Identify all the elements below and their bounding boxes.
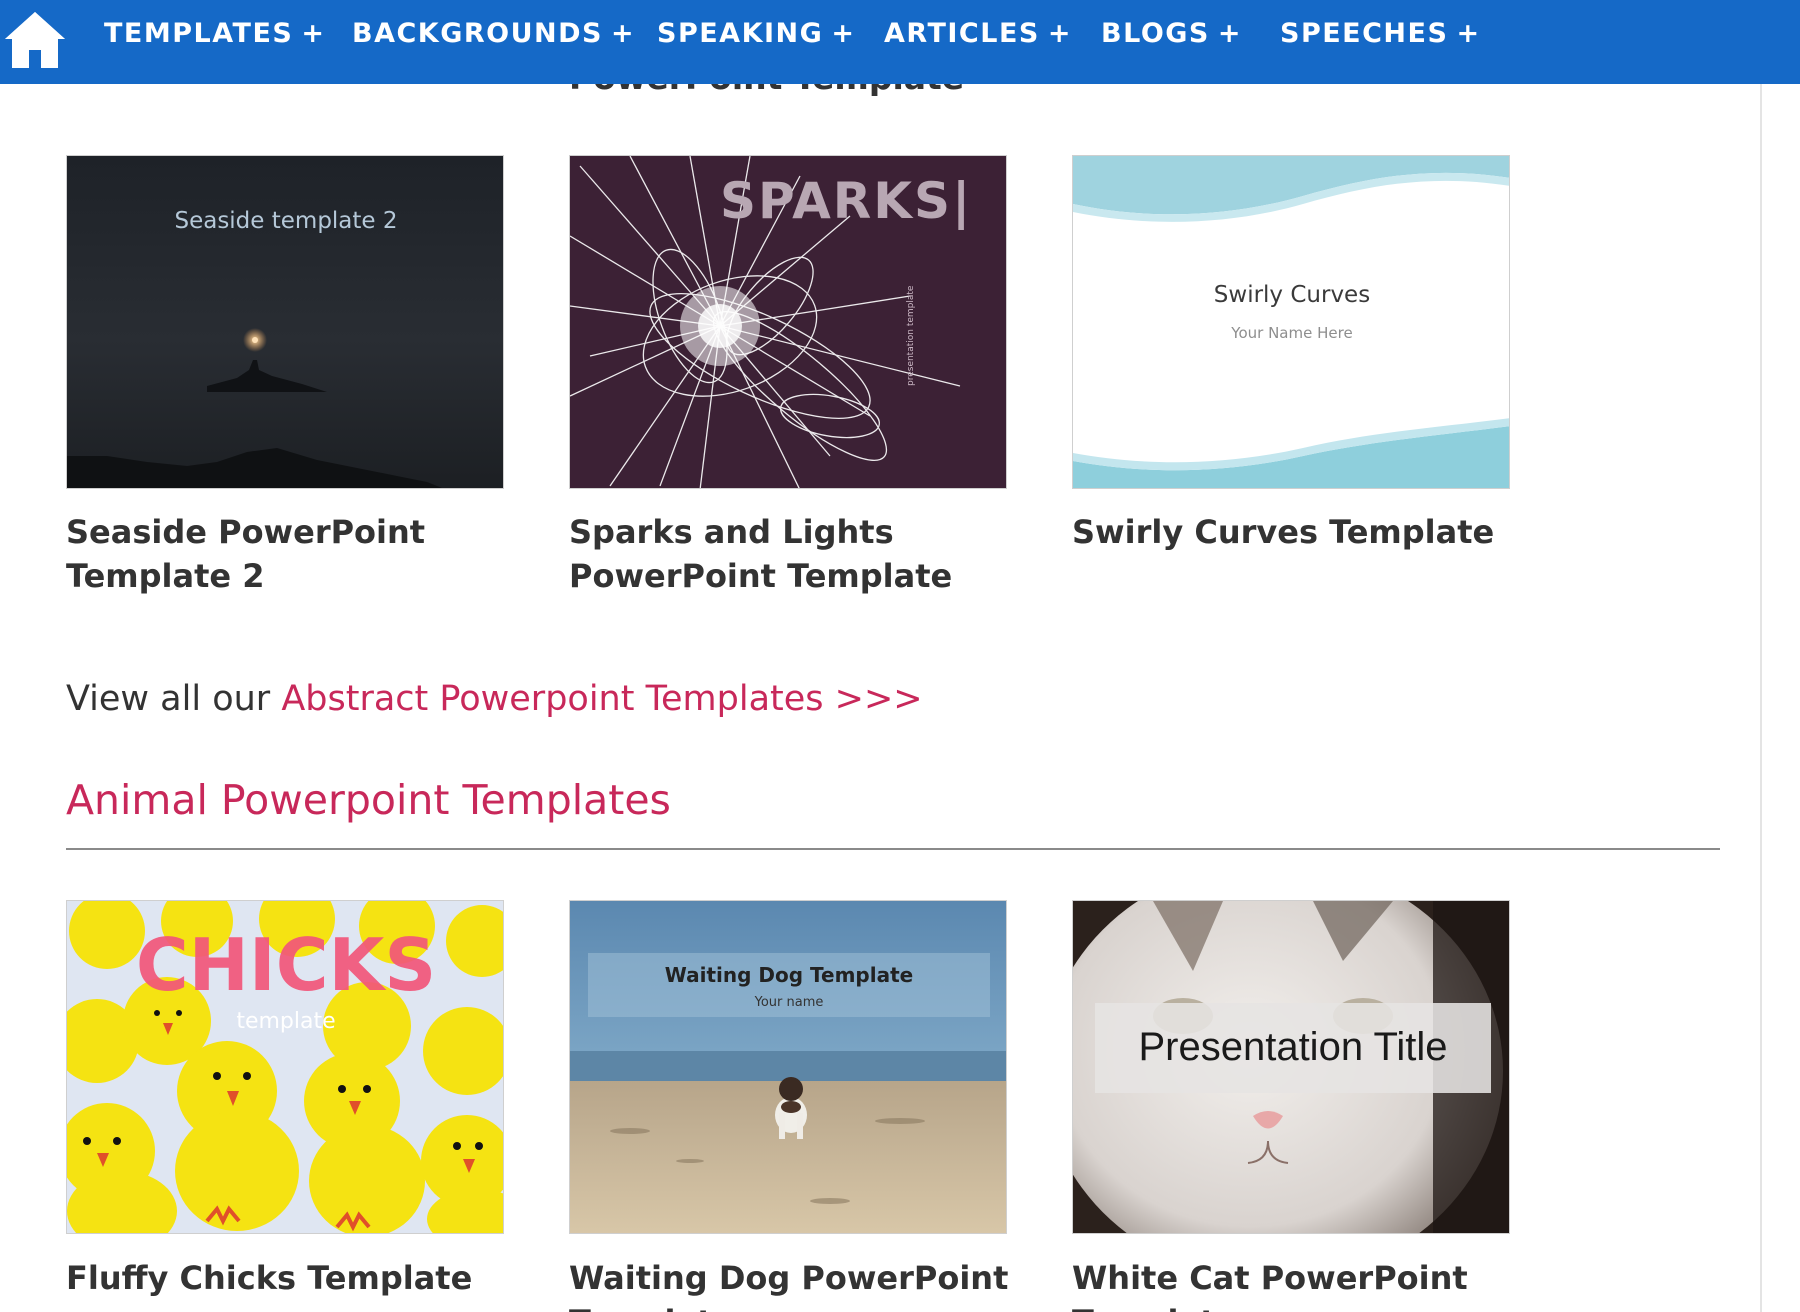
view-all-abstract-link[interactable]: Abstract Powerpoint Templates >>>: [281, 679, 922, 719]
thumbnail-swirly-curves[interactable]: Swirly Curves Your Name Here: [1072, 155, 1510, 489]
thumbnail-caption: Swirly Curves: [1213, 282, 1371, 308]
plus-icon: +: [301, 18, 326, 49]
nav-item-backgrounds[interactable]: BACKGROUNDS +: [352, 16, 635, 52]
plus-icon: +: [1456, 18, 1481, 49]
thumbnail-caption: CHICKS: [135, 923, 437, 1007]
nav-item-speaking[interactable]: SPEAKING +: [657, 16, 855, 52]
card-title-fluffy-chicks[interactable]: Fluffy Chicks Template: [66, 1256, 536, 1300]
card-title-swirly-curves[interactable]: Swirly Curves Template: [1072, 510, 1542, 554]
dog-beach-image: [570, 901, 1006, 1233]
page: TEMPLATES + BACKGROUNDS + SPEAKING + ARTICL…: [0, 0, 1800, 1312]
thumbnail-subcaption: Your Name Here: [1231, 324, 1353, 342]
thumbnail-sparks[interactable]: SPARKS| presentation template: [569, 155, 1007, 489]
view-all-prefix: View all our: [66, 679, 282, 719]
card-title-waiting-dog[interactable]: Waiting Dog PowerPoint Template: [569, 1256, 1039, 1312]
thumbnail-subcaption: Your name: [754, 995, 824, 1010]
home-icon[interactable]: [2, 6, 68, 72]
nav-item-label: TEMPLATES: [104, 18, 294, 49]
nav-item-blogs[interactable]: BLOGS +: [1101, 16, 1242, 52]
plus-icon: +: [611, 18, 636, 49]
nav-item-speeches[interactable]: SPEECHES +: [1280, 16, 1481, 52]
thumbnail-subcaption: template: [236, 1009, 336, 1034]
page-edge-divider: [1760, 0, 1762, 1312]
top-navigation-bar: TEMPLATES + BACKGROUNDS + SPEAKING + ARTICL…: [0, 0, 1800, 84]
section-divider: [66, 848, 1720, 850]
thumbnail-fluffy-chicks[interactable]: CHICKS template: [66, 900, 504, 1234]
thumbnail-waiting-dog[interactable]: Waiting Dog Template Your name: [569, 900, 1007, 1234]
card-title-white-cat[interactable]: White Cat PowerPoint Template: [1072, 1256, 1542, 1312]
nav-item-templates[interactable]: TEMPLATES +: [104, 16, 325, 52]
thumbnail-caption: Waiting Dog Template: [664, 963, 914, 987]
nav-item-label: BACKGROUNDS: [352, 18, 603, 49]
nav-item-label: BLOGS: [1101, 18, 1210, 49]
thumbnail-caption: Presentation Title: [1138, 1025, 1448, 1069]
nav-item-label: ARTICLES: [884, 18, 1040, 49]
seaside-image: [67, 156, 503, 488]
swirly-image: [1073, 156, 1509, 488]
card-title-seaside[interactable]: Seaside PowerPoint Template 2: [66, 510, 536, 598]
thumbnail-seaside[interactable]: Seaside template 2: [66, 155, 504, 489]
plus-icon: +: [831, 18, 856, 49]
nav-item-label: SPEECHES: [1280, 18, 1449, 49]
thumbnail-white-cat[interactable]: Presentation Title: [1072, 900, 1510, 1234]
section-heading-animal[interactable]: Animal Powerpoint Templates: [66, 773, 671, 827]
nav-item-articles[interactable]: ARTICLES +: [884, 16, 1072, 52]
thumbnail-side-caption: presentation template: [906, 285, 916, 386]
plus-icon: +: [1217, 18, 1243, 49]
thumbnail-caption: Seaside template 2: [174, 208, 398, 234]
nav-item-label: SPEAKING: [657, 18, 824, 49]
plus-icon: +: [1047, 18, 1072, 49]
view-all-line: View all our Abstract Powerpoint Templat…: [66, 675, 923, 723]
card-title-sparks[interactable]: Sparks and Lights PowerPoint Template: [569, 510, 1039, 598]
thumbnail-caption: SPARKS|: [720, 172, 973, 230]
